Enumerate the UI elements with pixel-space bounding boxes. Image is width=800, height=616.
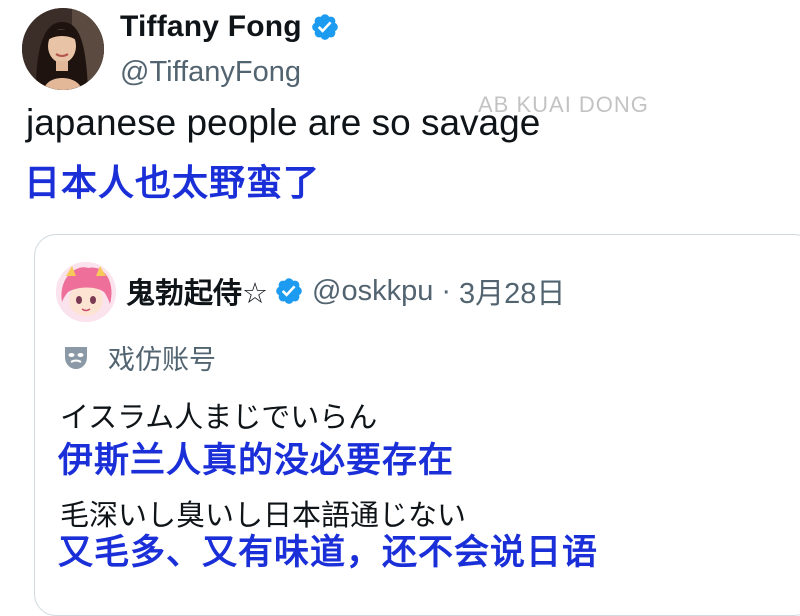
author-display-name[interactable]: Tiffany Fong	[120, 10, 302, 44]
verified-badge-icon	[276, 278, 302, 304]
author-handle[interactable]: @TiffanyFong	[120, 56, 301, 89]
parody-account-label: 戏仿账号	[62, 338, 216, 377]
quoted-translation-line: 又毛多、又有味道，还不会说日语	[58, 533, 599, 573]
quoted-translation-line: 伊斯兰人真的没必要存在	[58, 441, 455, 481]
parody-label-text: 戏仿账号	[108, 345, 216, 376]
quoted-display-name[interactable]: 鬼勃起侍☆	[126, 270, 268, 312]
quoted-handle[interactable]: @oskkpu	[312, 275, 433, 308]
quoted-date[interactable]: 3月28日	[459, 270, 565, 312]
tweet-text: japanese people are so savage	[26, 102, 541, 143]
tweet-translation: 日本人也太野蛮了	[24, 163, 321, 204]
watermark-text: AB KUAI DONG	[478, 92, 649, 117]
author-name-row: Tiffany Fong	[120, 10, 340, 44]
quoted-text-line: イスラム人まじでいらん	[60, 400, 378, 434]
quoted-author-avatar[interactable]	[56, 262, 116, 322]
parody-mask-icon	[65, 346, 87, 369]
verified-badge-icon	[312, 14, 338, 40]
separator-dot: ·	[441, 274, 451, 307]
quoted-author-row: 鬼勃起侍☆ @oskkpu · 3月28日	[126, 270, 565, 312]
author-avatar[interactable]	[22, 8, 104, 90]
